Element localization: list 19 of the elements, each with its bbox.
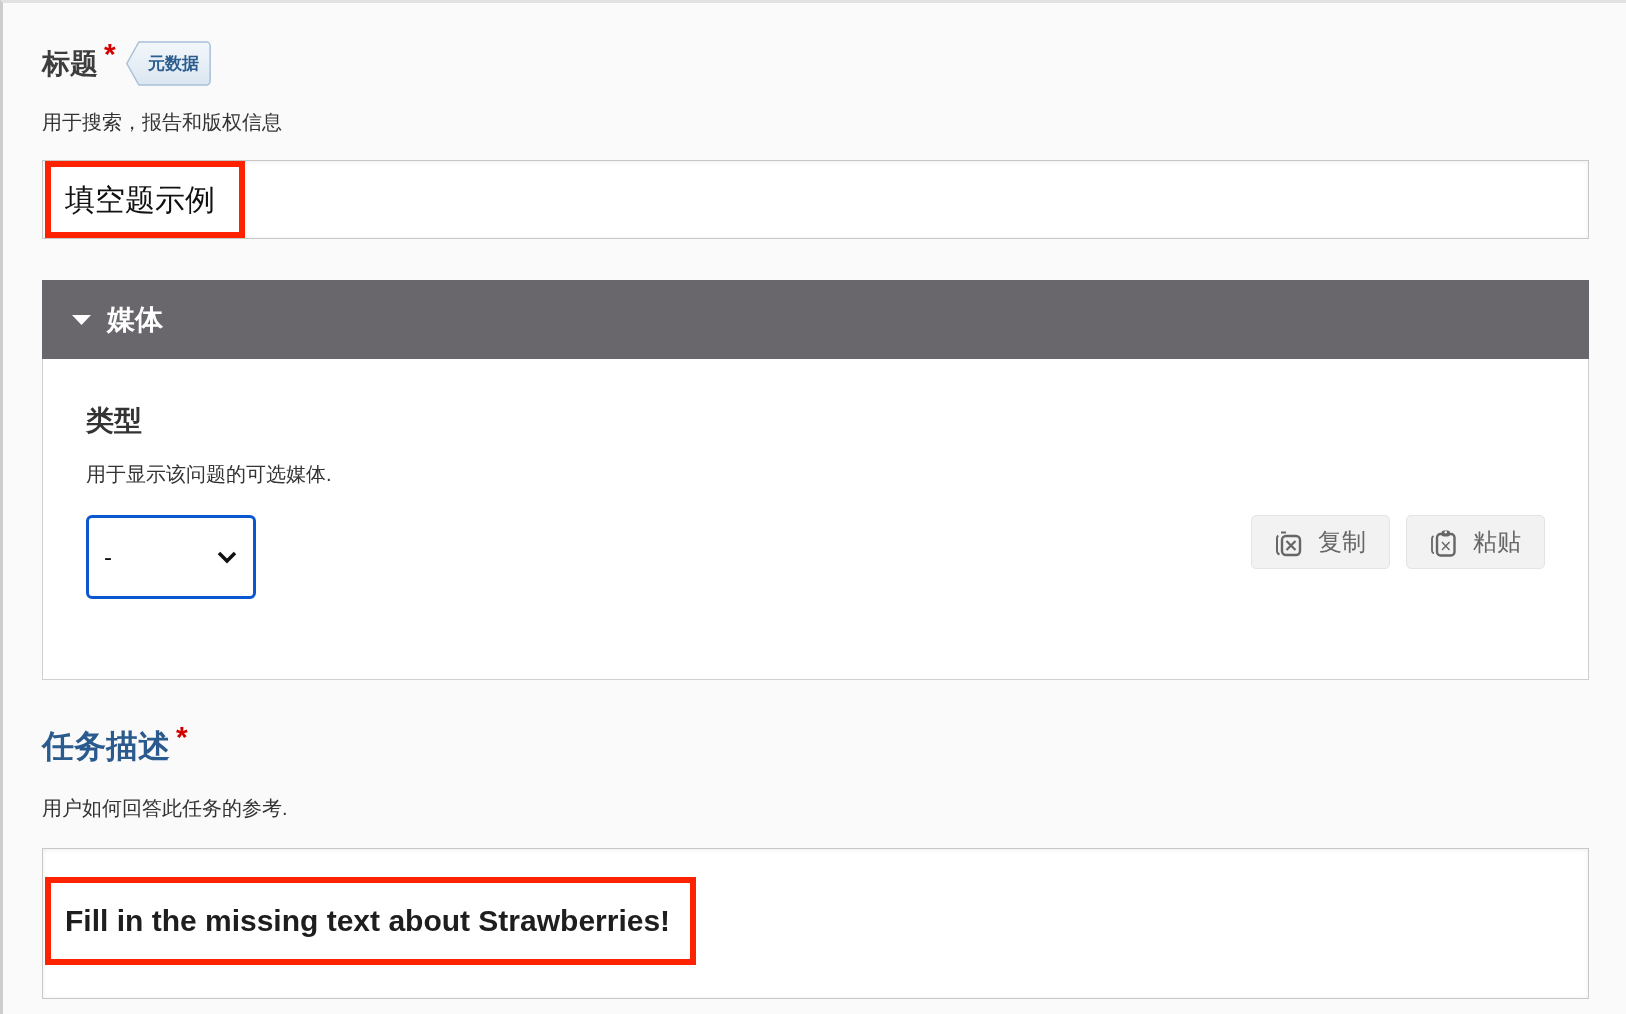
required-mark: * [176,722,188,752]
field-label: 类型 [86,404,143,438]
section-header[interactable]: 媒体 [42,280,1589,359]
metadata-tag: 元数据 [125,41,211,86]
paste-button[interactable]: 粘贴 [1406,515,1545,569]
help-text: 用于显示该问题的可选媒体. [86,462,333,487]
field-label: 标题 [42,46,98,81]
required-mark: * [104,39,116,69]
description-text: Fill in the missing text about Strawberries! [65,903,671,939]
help-text: 用于搜索，报告和版权信息 [42,110,283,135]
copy-button[interactable]: 复制 [1251,515,1390,569]
title-input[interactable]: 填空题示例 [42,160,1589,239]
media-type-select[interactable]: - [86,515,256,599]
caret-down-icon [72,314,91,325]
chevron-down-icon [217,550,237,564]
field-value: 填空题示例 [65,181,215,218]
field-label: 任务描述 [42,727,170,766]
help-text: 用户如何回答此任务的参考. [42,796,289,821]
description-editor[interactable]: Fill in the missing text about Strawberries! [42,848,1589,999]
